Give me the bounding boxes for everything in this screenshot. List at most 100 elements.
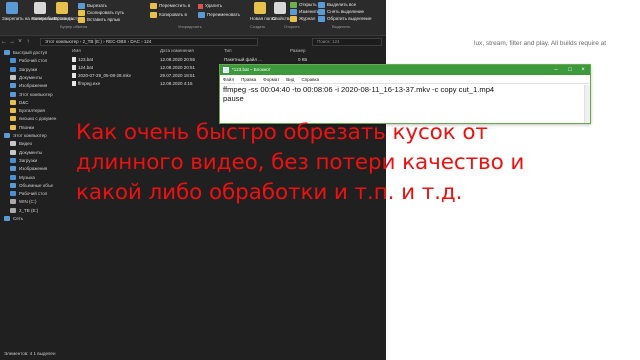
nav-item-label: Сеть [13,216,24,221]
nav-item[interactable]: D&C [10,99,29,105]
nav-item-label: Загрузки [19,66,38,72]
cut-button[interactable]: Вырезать [78,3,107,9]
file-date: 12.08.2020 4:15 [160,81,193,86]
maximize-icon[interactable]: □ [564,65,576,75]
nav-item-label: Рабочий стол [19,191,48,197]
nav-item[interactable]: Рабочий стол [10,58,47,64]
properties-icon[interactable] [274,2,286,14]
file-icon [72,57,76,63]
nav-item[interactable]: Видео [10,141,33,147]
nav-item[interactable]: WIN (C:) [10,199,37,205]
up-arrow-icon[interactable]: ↑ [24,38,32,46]
open-icon [290,2,297,8]
folder-icon [10,91,16,97]
background-page-text: lux, stream, filter and play. All builds… [474,40,607,47]
menu-help[interactable]: Справка [301,77,319,82]
column-header-type[interactable]: Тип [224,48,232,53]
nav-item-label: WIN (C:) [19,199,37,205]
file-row[interactable]: 123.bat 12.08.2020 20:55 Пакетный файл ...… [66,56,386,64]
minimize-icon[interactable]: – [550,65,562,75]
forward-arrow-icon[interactable]: → [8,38,16,46]
paste-shortcut-button[interactable]: Вставить ярлык [78,17,120,23]
address-path[interactable]: Этот компьютер › 2_TB (E:) › REC-OBS › D… [40,38,258,46]
column-header-name[interactable]: Имя [72,48,81,53]
notepad-title: *123.bat – Блокнот [232,67,271,72]
nav-item-label: Быстрый доступ [13,50,48,55]
invert-selection-button[interactable]: Обратить выделение [318,16,371,22]
recent-chevron-icon[interactable]: ˅ [16,38,24,46]
menu-format[interactable]: Формат [263,77,279,82]
column-header-size[interactable]: Размер [290,48,305,53]
file-icon [72,81,76,87]
open-button[interactable]: Открыть [290,2,317,8]
nav-item[interactable]: Загрузки [10,157,37,163]
file-date: 12.08.2020 20:55 [160,57,196,62]
column-header-date[interactable]: Дата изменения [160,48,194,53]
file-name: 2020-07-29_05-08-28.mkv [72,73,131,79]
file-date: 29.07.2020 18:51 [160,73,196,78]
nav-item[interactable]: Документы [10,74,43,80]
nav-item[interactable]: письмо с докумен [10,116,57,122]
menu-edit[interactable]: Правка [241,77,256,82]
nav-item-label: Изображения [19,83,48,89]
folder-icon [10,207,16,213]
nav-item[interactable]: Рабочий стол [10,191,48,197]
nav-item[interactable]: 2_TB (E:) [10,207,38,213]
menu-view[interactable]: Вид [286,77,294,82]
menu-file[interactable]: Файл [223,77,234,82]
new-folder-icon[interactable] [254,2,266,14]
search-input[interactable]: Поиск: 124 [312,38,382,46]
notepad-window: *123.bat – Блокнот – □ × Файл Правка Фор… [219,64,591,124]
copy-path-button[interactable]: Скопировать путь [78,10,124,16]
copy-to-button[interactable]: Копировать в [150,12,187,18]
history-button[interactable]: Журнал [290,16,315,22]
file-icon [72,73,76,79]
rename-button[interactable]: Переименовать [198,12,240,18]
nav-item-label: Документы [19,74,43,80]
copy-icon[interactable] [34,2,46,14]
file-type: Пакетный файл ... [224,57,262,62]
close-icon[interactable]: × [577,65,589,75]
notepad-editor[interactable]: ffmpeg -ss 00:04:40 -to 00:08:06 -i 2020… [223,85,583,103]
notepad-titlebar[interactable]: *123.bat – Блокнот – □ × [220,65,590,75]
move-to-button[interactable]: Переместить в [150,3,190,9]
edit-icon [290,9,297,15]
nav-item[interactable]: Загрузки [10,66,38,72]
nav-item[interactable]: Документы [10,149,42,155]
folder-move-icon [150,3,157,9]
folder-icon [10,74,16,80]
pin-icon[interactable] [6,2,18,14]
paste-button[interactable]: Вставить [54,16,73,22]
nav-item[interactable]: Бухгалтерия [10,108,45,114]
file-name: 123.bat [72,57,93,63]
nav-item[interactable]: Этот компьютер [10,91,53,97]
shortcut-icon [78,17,85,23]
nav-item[interactable]: Музыка [10,174,35,180]
nav-item-label: письмо с докумен [19,116,57,122]
folder-icon [10,116,16,122]
nav-item[interactable]: Объемные объе [10,182,54,188]
delete-button[interactable]: Удалить [198,3,222,9]
nav-item-label: Объемные объе [19,182,54,188]
folder-icon [10,124,16,130]
back-arrow-icon[interactable]: ← [0,38,8,46]
properties-button[interactable]: Свойства [272,16,292,22]
nav-item[interactable]: Изображения [10,166,47,172]
folder-icon [10,166,16,172]
select-all-icon [318,2,325,8]
nav-item[interactable]: Этот компьютер [4,133,47,138]
nav-item[interactable]: Пвонки [10,124,34,130]
nav-item[interactable]: Изображения [10,83,48,89]
nav-item-label: Видео [19,141,33,147]
history-icon [290,16,297,22]
select-all-button[interactable]: Выделить все [318,2,356,8]
nav-item[interactable]: Быстрый доступ [4,50,47,55]
paste-icon[interactable] [56,2,68,14]
copy-button[interactable]: Копировать [32,16,56,22]
folder-icon [10,149,16,155]
file-icon [72,65,76,71]
edit-button[interactable]: Изменить [290,9,319,15]
select-none-button[interactable]: Снять выделение [318,9,364,15]
nav-item[interactable]: Сеть [4,216,23,221]
folder-icon [10,58,16,64]
